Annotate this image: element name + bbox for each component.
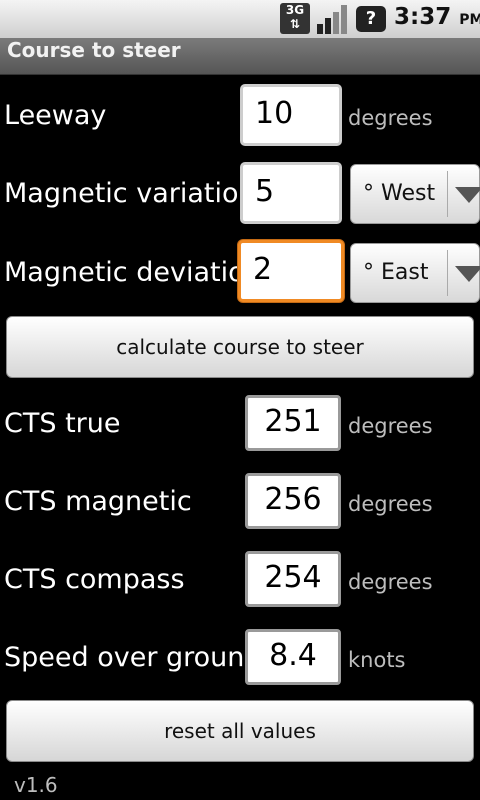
data-arrows-icon: ⇅: [289, 17, 301, 31]
clock-ampm: PM: [459, 12, 480, 28]
reset-button[interactable]: reset all values: [6, 700, 474, 762]
cts-compass-unit: degrees: [348, 570, 433, 594]
app-title: Course to steer: [7, 38, 181, 62]
signal-icon: [317, 5, 347, 34]
sog-unit: knots: [348, 648, 406, 672]
3g-data-icon: 3G ⇅: [280, 3, 310, 34]
unknown-sim-icon: ?: [356, 6, 386, 32]
cts-true-unit: degrees: [348, 414, 433, 438]
sog-value: 8.4: [245, 629, 341, 685]
sog-label: Speed over ground: [4, 642, 262, 673]
leeway-unit: degrees: [348, 106, 433, 130]
version-label: v1.6: [14, 773, 58, 797]
cts-true-label: CTS true: [4, 408, 121, 439]
cts-true-value: 251: [245, 395, 341, 451]
network-type-label: 3G: [285, 3, 305, 17]
dropdown-arrow-icon: [455, 187, 480, 203]
clock: 3:37 PM: [394, 4, 480, 34]
variation-input[interactable]: 5: [240, 162, 342, 224]
deviation-direction-value: ° East: [363, 260, 429, 285]
deviation-label: Magnetic deviation: [4, 257, 262, 288]
variation-label: Magnetic variation: [4, 178, 256, 209]
variation-direction-value: ° West: [363, 181, 436, 206]
cts-magnetic-unit: degrees: [348, 492, 433, 516]
spinner-divider: [447, 250, 448, 296]
cts-compass-label: CTS compass: [4, 564, 185, 595]
status-bar: 3G ⇅ ? 3:37 PM: [0, 0, 480, 38]
dropdown-arrow-icon: [455, 266, 480, 282]
spinner-divider: [447, 171, 448, 217]
cts-compass-value: 254: [245, 551, 341, 607]
leeway-input[interactable]: 10: [240, 84, 342, 146]
cts-magnetic-label: CTS magnetic: [4, 486, 192, 517]
deviation-direction-select[interactable]: ° East: [350, 243, 480, 303]
title-bar: Course to steer: [0, 38, 480, 75]
leeway-label: Leeway: [4, 100, 107, 131]
variation-direction-select[interactable]: ° West: [350, 164, 480, 224]
deviation-input[interactable]: 2: [238, 240, 344, 302]
clock-time: 3:37: [394, 4, 452, 30]
calculate-button[interactable]: calculate course to steer: [6, 316, 474, 378]
cts-magnetic-value: 256: [245, 473, 341, 529]
